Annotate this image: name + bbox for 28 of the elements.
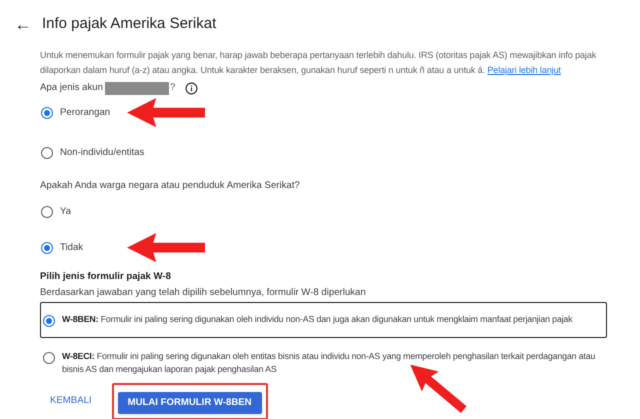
radio-button[interactable] [41, 242, 53, 254]
info-icon[interactable] [185, 82, 198, 94]
option-label: Non-individu/entitas [60, 146, 144, 160]
radio-button[interactable] [41, 107, 53, 119]
page-title: Info pajak Amerika Serikat [42, 14, 216, 34]
question-mark: ? [170, 80, 176, 95]
radio-button[interactable] [43, 314, 55, 327]
question-label: Apakah Anda warga negara atau penduduk Amerika Serikat? [40, 178, 300, 193]
radio-button[interactable] [41, 206, 53, 218]
section-subtitle: Berdasarkan jawaban yang telah dipilih sebelumnya, formulir W-8 diperlukan [40, 286, 367, 300]
learn-more-link[interactable]: Pelajari lebih lanjut [487, 65, 561, 75]
intro-paragraph: Untuk menemukan formulir pajak yang benar, harap jawab beberapa pertanyaan terlebih dahulu. IRS (otoritas pajak AS) mewajibkan info pajak dilaporkan dalam huruf (a-z) atau angka. Untuk karakter beraksen, gunakan huruf seperti n untuk ñ atau a untuk á. Pelajari lebih lanjut [40, 49, 598, 77]
option-label: Ya [60, 204, 72, 219]
arrow-icon [127, 233, 205, 262]
question-label: Apa jenis akun [40, 80, 103, 95]
option-label: Tidak [60, 240, 84, 255]
back-text-button[interactable]: KEMBALI [40, 390, 102, 412]
option-description: W-8ECI: Formulir ini paling sering digunakan oleh entitas bisnis atau individu non-AS yang memperoleh penghasilan terkait perdagangan atau bisnis AS dan mengajukan laporan pajak penghasilan AS [62, 350, 596, 376]
radio-button[interactable] [43, 352, 55, 364]
arrow-icon [127, 98, 205, 128]
form-option[interactable]: W-8BEN: Formulir ini paling sering digunakan oleh individu non-AS dan juga akan digunakan untuk mengklaim manfaat perjanjian pajak [40, 302, 607, 338]
section-title: Pilih jenis formulir pajak W-8 [40, 270, 172, 284]
radio-button[interactable] [41, 147, 53, 159]
back-button[interactable]: ← [14, 16, 32, 32]
option-label: Perorangan [60, 106, 110, 120]
option-description: W-8BEN: Formulir ini paling sering digunakan oleh individu non-AS dan juga akan digunakan untuk mengklaim manfaat perjanjian pajak [62, 312, 574, 326]
form-option[interactable]: W-8ECI: Formulir ini paling sering digunakan oleh entitas bisnis atau individu non-AS yang memperoleh penghasilan terkait perdagangan atau bisnis AS dan mengajukan laporan pajak penghasilan AS [40, 342, 607, 383]
start-form-button[interactable]: MULAI FORMULIR W-8BEN [118, 392, 262, 414]
